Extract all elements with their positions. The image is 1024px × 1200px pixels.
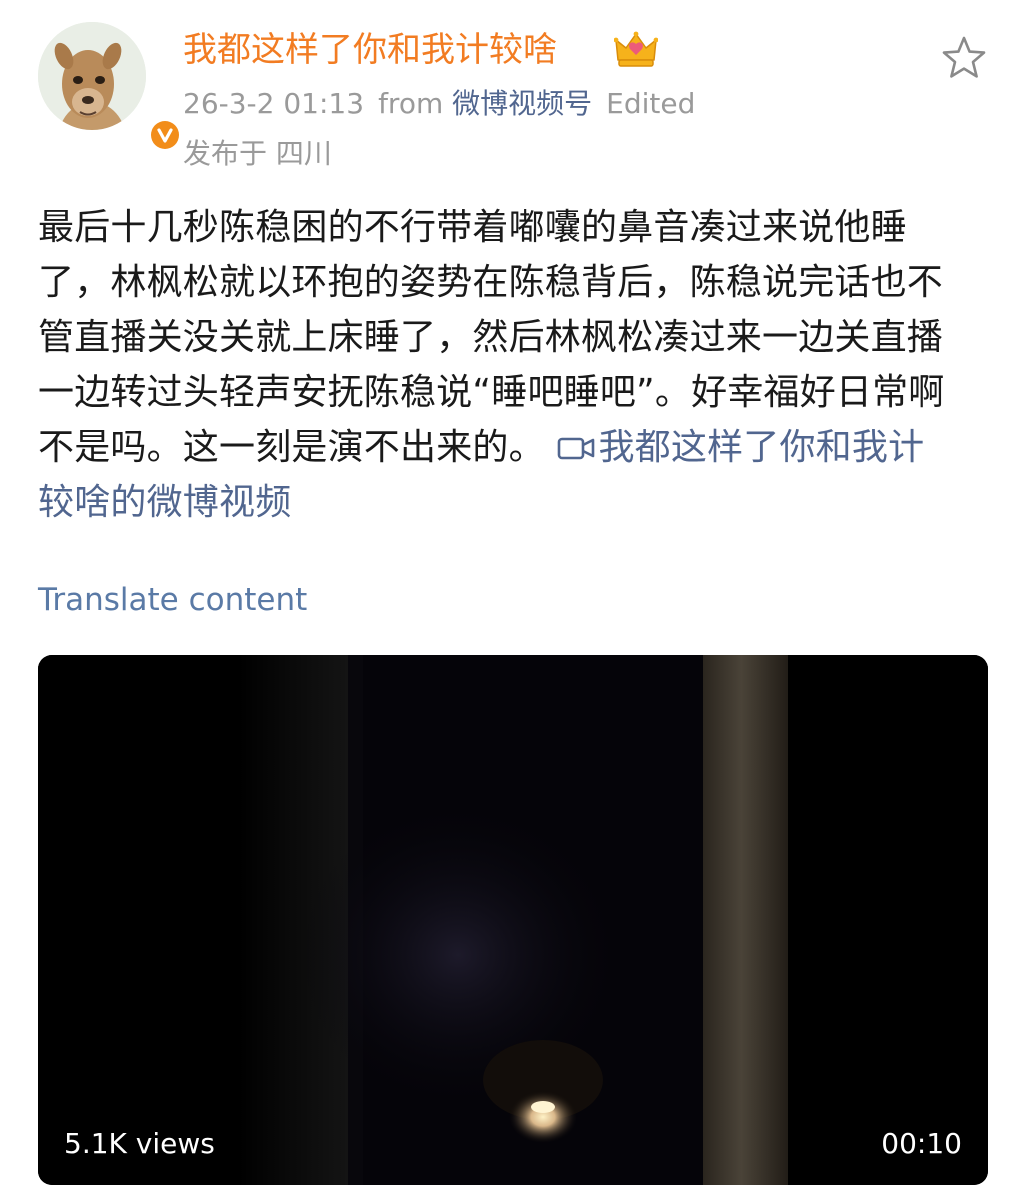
post-content: 最后十几秒陈稳困的不行带着嘟囔的鼻音凑过来说他睡了，林枫松就以环抱的姿势在陈稳背… [38, 200, 958, 530]
weibo-post: 我都这样了你和我计较啥 26-3-2 01:13 from 微博视频号 Edited… [0, 0, 1024, 1200]
video-duration: 00:10 [881, 1127, 962, 1160]
post-source-link[interactable]: 微博视频号 [452, 87, 592, 120]
from-label: from [378, 87, 444, 120]
edited-label[interactable]: Edited [606, 87, 695, 120]
view-count: 5.1K views [64, 1127, 215, 1160]
video-player[interactable]: 5.1K views 00:10 [38, 655, 988, 1185]
avatar[interactable] [38, 22, 182, 152]
crown-icon[interactable] [613, 30, 659, 70]
avatar-image [38, 22, 146, 130]
translate-content-link[interactable]: Translate content [38, 580, 307, 620]
post-meta: 26-3-2 01:13 from 微博视频号 Edited [183, 84, 695, 124]
verified-badge-icon [148, 118, 182, 152]
star-icon[interactable] [938, 34, 990, 82]
post-date: 26-3-2 01:13 [183, 87, 365, 120]
post-location: 发布于 四川 [183, 137, 332, 170]
video-camera-icon [556, 423, 596, 460]
video-thumbnail [38, 655, 988, 1185]
username[interactable]: 我都这样了你和我计较啥 [183, 28, 557, 72]
